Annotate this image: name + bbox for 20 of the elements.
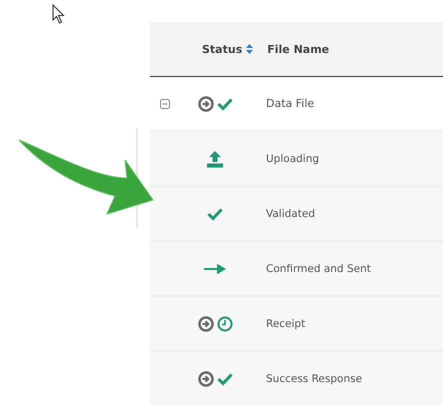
arrow-circle-icon (198, 370, 214, 386)
column-header[interactable]: Status (202, 42, 242, 56)
file-name: Receipt (266, 318, 306, 330)
file-name: Validated (266, 208, 315, 220)
check-icon (216, 372, 232, 386)
arrow-circle-icon (198, 96, 214, 112)
file-name: Uploading (266, 152, 320, 164)
file-name: Confirmed and Sent (266, 262, 371, 274)
column-header: File Name (267, 42, 330, 56)
check-icon (207, 206, 223, 220)
check-icon (216, 96, 232, 110)
right-arrow-icon (204, 264, 226, 274)
arrow-circle-icon (198, 316, 214, 332)
file-name: Data File (266, 97, 314, 110)
sort-icon[interactable] (246, 44, 254, 54)
cursor-icon (52, 4, 66, 24)
clock-icon (216, 316, 232, 332)
file-name: Success Response (266, 372, 362, 384)
upload-icon (206, 150, 224, 168)
collapse-icon[interactable] (160, 98, 170, 108)
